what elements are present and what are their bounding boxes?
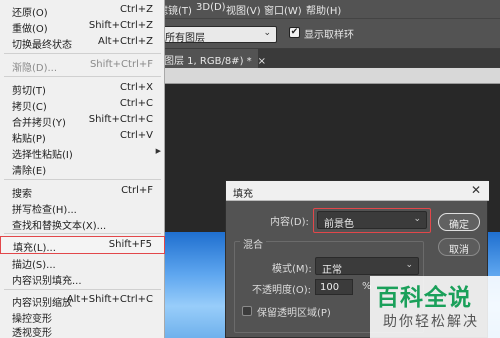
menu-item-shortcut: Shift+Ctrl+F — [89, 59, 153, 70]
menu-item-shortcut: Shift+Ctrl+Z — [88, 20, 153, 31]
show-ring-label: 显示取样环 — [304, 30, 354, 41]
mode-select[interactable]: 正常 ⌄ — [315, 257, 419, 276]
menu-item-label: 重做(O) — [12, 24, 48, 35]
menu-divider — [4, 76, 161, 77]
menu-item-redo[interactable]: 重做(O) Shift+Ctrl+Z — [0, 18, 165, 35]
menu-divider — [4, 289, 161, 290]
menu-item-find-replace[interactable]: 查找和替换文本(X)... — [0, 215, 165, 232]
menu-item-shortcut: Ctrl+F — [121, 185, 153, 196]
cancel-button[interactable]: 取消 — [438, 238, 480, 256]
menu-divider — [4, 233, 161, 234]
menu-item-shortcut: Shift+Ctrl+C — [88, 114, 153, 125]
menu-item-label: 内容识别缩放 — [12, 298, 72, 309]
preserve-transparency-label: 保留透明区域(P) — [257, 308, 331, 319]
show-ring-checkbox[interactable]: ✔ — [289, 27, 300, 38]
menu-view[interactable]: 视图(V) — [226, 2, 261, 17]
opacity-label: 不透明度(O): — [252, 285, 312, 296]
content-select-value: 前景色 — [324, 219, 354, 230]
menu-item-toggle-last-state[interactable]: 切换最终状态 Alt+Ctrl+Z — [0, 34, 165, 51]
menu-item-fill[interactable]: 填充(L)... Shift+F5 — [0, 236, 165, 254]
menu-item-shortcut: Shift+F5 — [108, 239, 152, 250]
menu-help[interactable]: 帮助(H) — [306, 2, 341, 17]
menu-item-copy[interactable]: 拷贝(C) Ctrl+C — [0, 96, 165, 113]
menu-item-search[interactable]: 搜索 Ctrl+F — [0, 183, 165, 200]
menu-item-shortcut: Ctrl+C — [119, 98, 153, 109]
sample-layers-select[interactable]: 所有图层 ⌄ — [158, 26, 277, 44]
menu-item-cut[interactable]: 剪切(T) Ctrl+X — [0, 80, 165, 97]
chevron-down-icon: ⌄ — [413, 214, 421, 224]
menu-item-label: 拷贝(C) — [12, 102, 47, 113]
preserve-transparency-checkbox[interactable] — [242, 306, 252, 316]
menu-item-shortcut: Alt+Shift+Ctrl+C — [66, 294, 153, 305]
watermark-title: 百科全说 — [376, 285, 472, 311]
menu-item-stroke[interactable]: 描边(S)... — [0, 254, 165, 271]
menu-item-label: 清除(E) — [12, 166, 47, 177]
menu-item-label: 合并拷贝(Y) — [12, 118, 66, 129]
submenu-arrow-icon: ▶ — [155, 147, 161, 155]
menu-item-shortcut: Alt+Ctrl+Z — [98, 36, 153, 47]
menu-item-content-aware-fill[interactable]: 内容识别填充... — [0, 270, 165, 287]
document-tab-label: 图层 1, RGB/8#) * — [164, 56, 252, 67]
menu-item-label: 透视变形 — [12, 328, 52, 338]
menu-divider — [4, 53, 161, 54]
menu-item-fade[interactable]: 渐隐(D)... Shift+Ctrl+F — [0, 57, 165, 74]
chevron-down-icon: ⌄ — [405, 260, 413, 270]
menu-item-copy-merged[interactable]: 合并拷贝(Y) Shift+Ctrl+C — [0, 112, 165, 129]
mode-select-value: 正常 — [322, 265, 342, 276]
screen: 滤镜(T) 3D(D) 视图(V) 窗口(W) 帮助(H) 所有图层 ⌄ ✔ 显… — [0, 0, 500, 338]
menu-item-paste-special[interactable]: 选择性粘贴(I) ▶ — [0, 144, 165, 161]
menu-3d[interactable]: 3D(D) — [196, 2, 226, 13]
sample-layers-value: 所有图层 — [165, 33, 205, 44]
menu-item-label: 切换最终状态 — [12, 40, 72, 51]
opacity-input[interactable]: 100 — [315, 279, 353, 295]
ok-button[interactable]: 确定 — [438, 213, 480, 231]
menu-item-label: 还原(O) — [12, 8, 48, 19]
menu-item-perspective-warp[interactable]: 透视变形 — [0, 322, 165, 338]
horizontal-ruler — [155, 68, 500, 84]
blending-group-title: 混合 — [240, 236, 266, 251]
close-icon[interactable]: ✕ — [471, 183, 481, 197]
watermark-subtitle: 助你轻松解决 — [383, 314, 479, 330]
menu-item-shortcut: Ctrl+Z — [119, 4, 153, 15]
menu-item-shortcut: Ctrl+X — [119, 82, 153, 93]
menu-item-check-spelling[interactable]: 拼写检查(H)... — [0, 199, 165, 216]
menu-item-label: 剪切(T) — [12, 86, 46, 97]
menu-item-content-aware-scale[interactable]: 内容识别缩放 Alt+Shift+Ctrl+C — [0, 292, 165, 309]
edit-menu: 还原(O) Ctrl+Z 重做(O) Shift+Ctrl+Z 切换最终状态 Alt+… — [0, 0, 165, 338]
menu-window[interactable]: 窗口(W) — [264, 2, 302, 17]
dialog-title: 填充 — [233, 189, 253, 200]
menu-item-label: 搜索 — [12, 189, 32, 200]
chevron-down-icon: ⌄ — [263, 28, 271, 38]
document-tab[interactable]: 图层 1, RGB/8#) * × — [158, 49, 266, 68]
dialog-titlebar[interactable]: 填充 ✕ — [226, 181, 489, 201]
menu-item-shortcut: Ctrl+V — [119, 130, 153, 141]
menu-item-label: 内容识别填充... — [12, 276, 82, 287]
watermark-logo: 百科全说 助你轻松解决 — [370, 276, 500, 338]
menu-item-label: 渐隐(D)... — [12, 63, 58, 74]
menu-item-label: 粘贴(P) — [12, 134, 46, 145]
menu-item-undo[interactable]: 还原(O) Ctrl+Z — [0, 2, 165, 19]
mode-label: 模式(M): — [272, 264, 312, 275]
content-label: 内容(D): — [270, 217, 309, 228]
menu-item-clear[interactable]: 清除(E) — [0, 160, 165, 177]
close-tab-icon[interactable]: × — [258, 56, 266, 67]
menu-item-label: 描边(S)... — [12, 260, 56, 271]
content-select[interactable]: 前景色 ⌄ — [317, 211, 427, 230]
menu-item-label: 填充(L)... — [13, 243, 56, 254]
menu-divider — [4, 179, 161, 180]
menu-item-label: 拼写检查(H)... — [12, 205, 77, 216]
menu-item-label: 查找和替换文本(X)... — [12, 221, 107, 232]
menu-item-label: 选择性粘贴(I) — [12, 150, 73, 161]
menu-item-paste[interactable]: 粘贴(P) Ctrl+V — [0, 128, 165, 145]
